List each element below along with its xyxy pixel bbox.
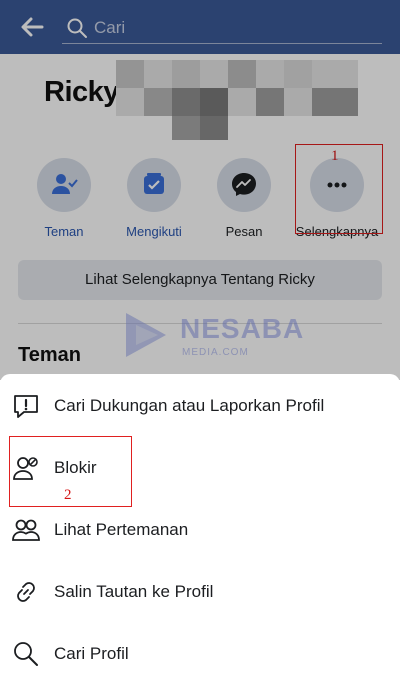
menu-item-search-profile[interactable]: Cari Profil bbox=[0, 624, 400, 680]
menu-item-copy-link[interactable]: Salin Tautan ke Profil bbox=[0, 562, 400, 618]
report-icon bbox=[12, 392, 40, 420]
menu-item-label: Cari Dukungan atau Laporkan Profil bbox=[54, 396, 325, 415]
menu-item-label: Lihat Pertemanan bbox=[54, 520, 189, 539]
bottom-sheet-menu: Cari Dukungan atau Laporkan Profil Bloki… bbox=[0, 374, 400, 685]
annotation-number-2: 2 bbox=[64, 487, 72, 503]
menu-item-report[interactable]: Cari Dukungan atau Laporkan Profil bbox=[0, 376, 400, 432]
menu-item-label: Salin Tautan ke Profil bbox=[54, 582, 214, 601]
dim-overlay[interactable] bbox=[0, 0, 400, 380]
search-icon bbox=[12, 640, 40, 668]
friendship-icon bbox=[12, 516, 40, 544]
menu-item-friendship[interactable]: Lihat Pertemanan bbox=[0, 500, 400, 556]
link-icon bbox=[12, 578, 40, 606]
menu-item-label: Cari Profil bbox=[54, 644, 129, 663]
